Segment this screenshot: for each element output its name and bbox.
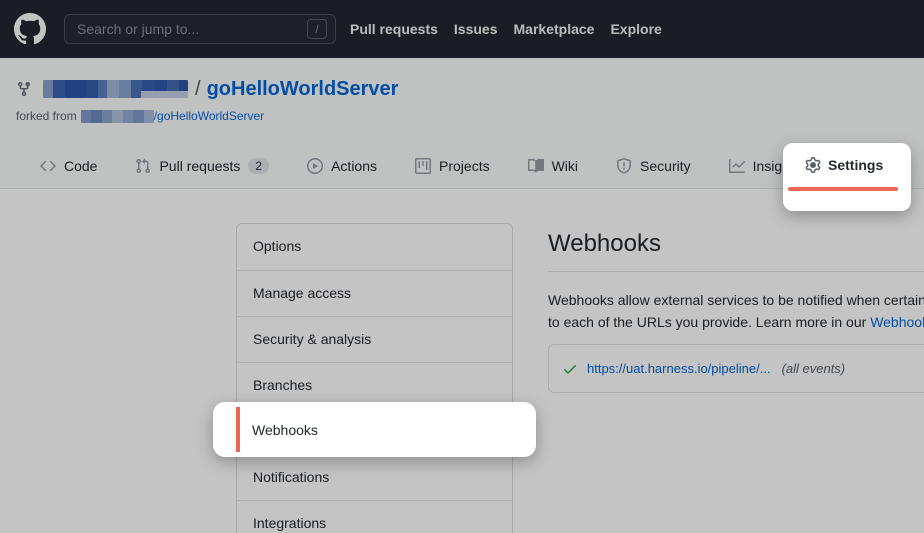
sidebar-item-label: Webhooks [252,402,318,457]
github-settings-page: / Pull requests Issues Marketplace Explo… [0,0,924,533]
tab-label: Settings [828,157,883,173]
tab-settings[interactable]: Settings [783,143,911,211]
active-item-indicator [236,407,240,452]
active-tab-underline [788,187,898,191]
settings-tab-content: Settings [805,157,883,173]
gear-icon [805,157,821,173]
sidebar-item-webhooks[interactable]: Webhooks [213,402,536,457]
